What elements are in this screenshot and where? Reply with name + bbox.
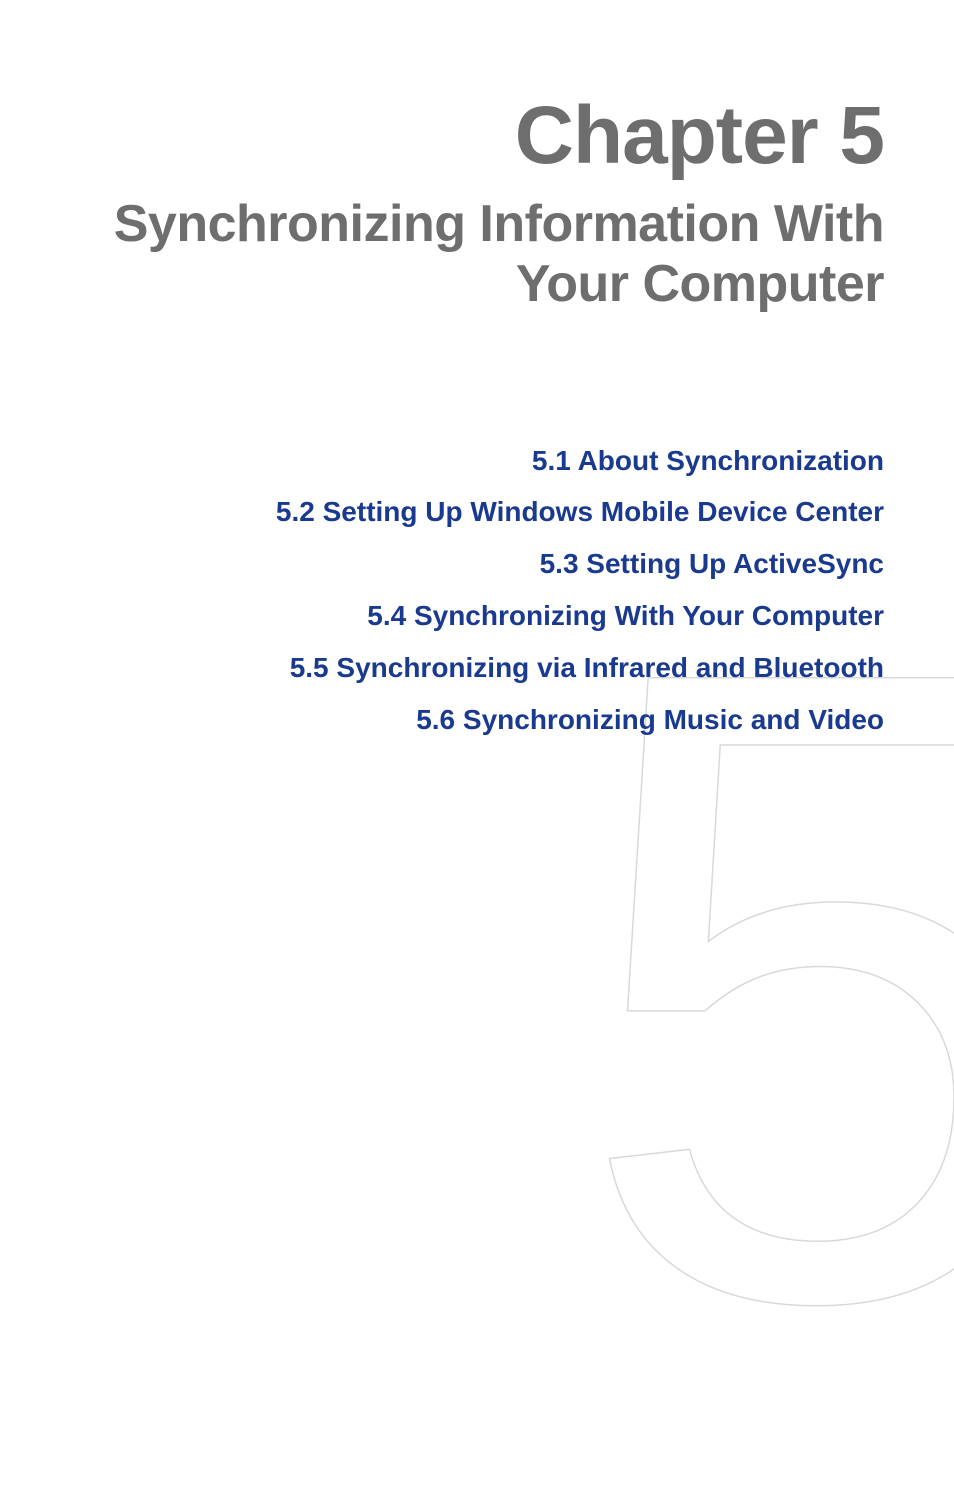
chapter-title: Synchronizing Information With Your Comp… <box>70 195 884 315</box>
chapter-title-page: 5 Chapter 5 Synchronizing Information Wi… <box>0 0 954 1235</box>
toc-link-5-5[interactable]: 5.5 Synchronizing via Infrared and Bluet… <box>70 642 884 694</box>
chapter-toc: 5.1 About Synchronization 5.2 Setting Up… <box>70 435 884 746</box>
toc-link-5-2[interactable]: 5.2 Setting Up Windows Mobile Device Cen… <box>70 486 884 538</box>
toc-link-5-3[interactable]: 5.3 Setting Up ActiveSync <box>70 538 884 590</box>
toc-link-5-6[interactable]: 5.6 Synchronizing Music and Video <box>70 694 884 746</box>
chapter-number: Chapter 5 <box>70 95 884 177</box>
toc-link-5-1[interactable]: 5.1 About Synchronization <box>70 435 884 487</box>
toc-link-5-4[interactable]: 5.4 Synchronizing With Your Computer <box>70 590 884 642</box>
